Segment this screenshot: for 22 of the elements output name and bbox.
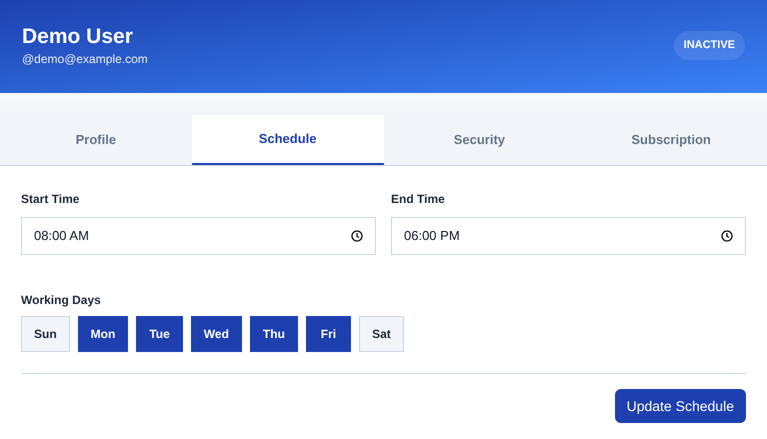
time-field[interactable]: 06:00 PM	[391, 217, 746, 255]
tab[interactable]: Schedule	[192, 115, 384, 165]
tab[interactable]: Profile	[0, 115, 192, 165]
clock-icon[interactable]	[351, 230, 363, 242]
clock-icon[interactable]	[721, 230, 733, 242]
day-toggle[interactable]: Mon	[78, 316, 128, 352]
user-name: Demo User	[22, 26, 134, 47]
day-toggle[interactable]: Fri	[306, 316, 351, 352]
update-schedule-button[interactable]: Update Schedule	[614, 389, 746, 423]
tab[interactable]: Security	[384, 115, 576, 165]
tab[interactable]: Subscription	[575, 115, 767, 165]
day-toggle[interactable]: Tue	[136, 316, 183, 352]
day-toggle[interactable]: Thu	[250, 316, 298, 352]
field-label: End Time	[391, 191, 446, 208]
user-handle: @demo@example.com	[22, 53, 148, 65]
field-label: Working Days	[21, 292, 102, 309]
day-toggle[interactable]: Sat	[358, 316, 404, 352]
time-field[interactable]: 08:00 AM	[21, 217, 376, 255]
day-toggle[interactable]: Wed	[190, 316, 242, 352]
field-label: Start Time	[21, 191, 80, 208]
day-toggle[interactable]: Sun	[21, 316, 70, 352]
status-badge: INACTIVE	[674, 31, 745, 60]
